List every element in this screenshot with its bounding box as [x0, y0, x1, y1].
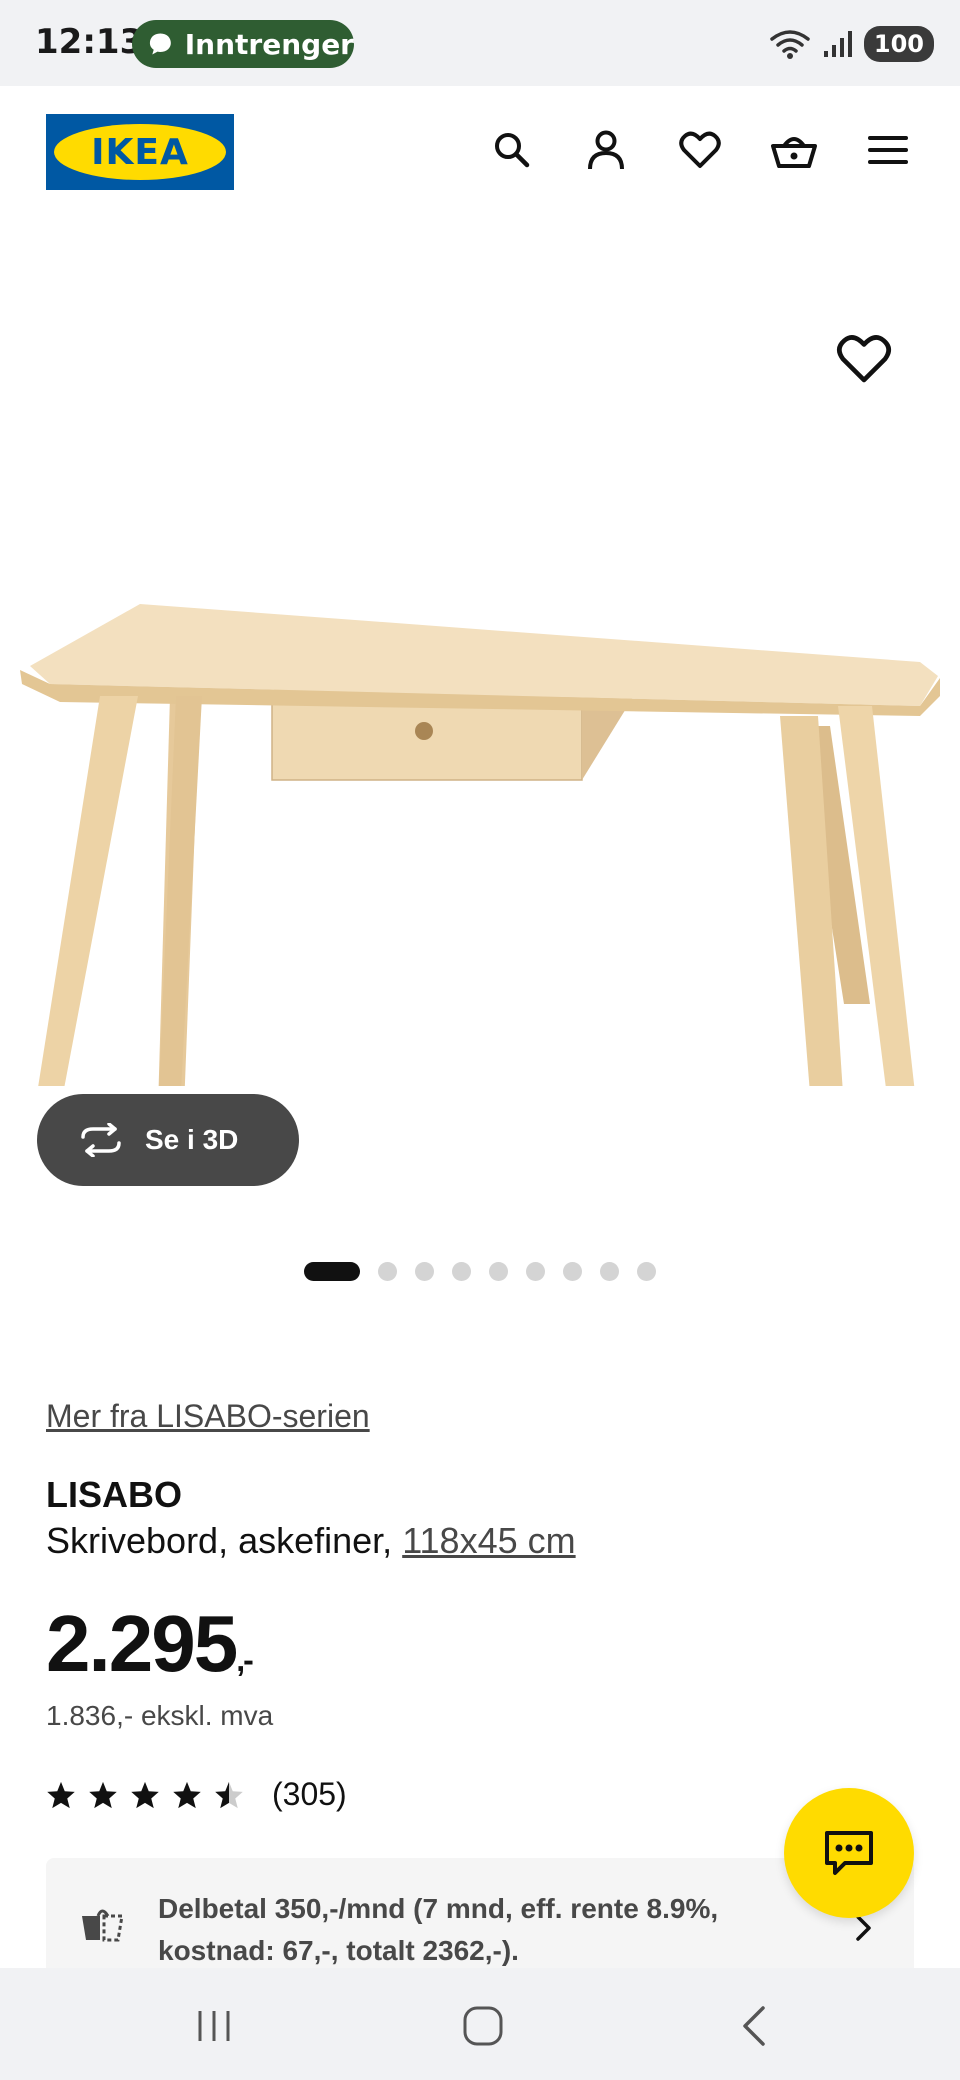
- gallery-dot[interactable]: [378, 1262, 397, 1281]
- price-ex-vat: 1.836,- ekskl. mva: [46, 1700, 274, 1731]
- basket-icon[interactable]: [768, 124, 820, 176]
- header-actions: [486, 124, 914, 176]
- gallery-dot[interactable]: [452, 1262, 471, 1281]
- product-rating[interactable]: (305): [46, 1776, 347, 1813]
- site-header: IKEA: [0, 86, 960, 216]
- gallery-dot[interactable]: [637, 1262, 656, 1281]
- gallery-dot[interactable]: [563, 1262, 582, 1281]
- recent-apps-icon: [198, 2011, 230, 2041]
- signal-icon: [823, 31, 852, 57]
- logo-text: IKEA: [91, 131, 189, 173]
- status-icons: 100: [768, 26, 934, 62]
- price-main: 2.295: [46, 1599, 238, 1688]
- product-image-desk: [20, 604, 940, 1086]
- rating-stars: [46, 1780, 244, 1810]
- back-button[interactable]: [724, 1996, 784, 2056]
- back-icon: [743, 2006, 765, 2046]
- financing-card[interactable]: Delbetal 350,-/mnd (7 mnd, eff. rente 8.…: [46, 1858, 914, 1968]
- product-size-link[interactable]: 118x45 cm: [402, 1520, 575, 1561]
- star-icon: [47, 1781, 75, 1808]
- view-in-3d-button[interactable]: Se i 3D: [37, 1094, 299, 1186]
- product-name: LISABO: [46, 1474, 183, 1515]
- product-description-text: Skrivebord, askefiner,: [46, 1520, 393, 1561]
- gallery-dot[interactable]: [304, 1262, 360, 1281]
- product-description: Skrivebord, askefiner, 118x45 cm: [46, 1520, 576, 1562]
- intruder-pill[interactable]: Inntrenger: [132, 20, 354, 68]
- price-suffix: ,-: [236, 1642, 253, 1678]
- battery-indicator: 100: [863, 26, 934, 62]
- product-gallery[interactable]: Se i 3D: [0, 216, 960, 1306]
- chat-bubble-icon: [149, 33, 171, 55]
- gallery-dot[interactable]: [415, 1262, 434, 1281]
- heart-icon[interactable]: [674, 124, 726, 176]
- home-icon: [463, 2006, 503, 2046]
- series-link[interactable]: Mer fra LISABO-serien: [46, 1398, 370, 1435]
- gallery-dot[interactable]: [526, 1262, 545, 1281]
- search-icon[interactable]: [486, 124, 538, 176]
- chat-icon: [825, 1831, 873, 1875]
- recent-apps-button[interactable]: [184, 1996, 244, 2056]
- star-icon: [173, 1781, 201, 1808]
- intruder-label: Inntrenger: [184, 27, 354, 61]
- menu-icon[interactable]: [862, 124, 914, 176]
- chevron-right-icon: [856, 1915, 871, 1941]
- rating-count: (305): [272, 1776, 347, 1812]
- chat-button[interactable]: [784, 1788, 914, 1918]
- product-price: 2.295,-: [46, 1598, 254, 1690]
- payment-split-icon: [82, 1909, 124, 1942]
- gallery-dot[interactable]: [600, 1262, 619, 1281]
- star-icon: [89, 1781, 117, 1808]
- gallery-dot[interactable]: [489, 1262, 508, 1281]
- system-nav-bar: [0, 1968, 960, 2080]
- logo-oval: IKEA: [54, 124, 226, 180]
- wifi-icon: [770, 30, 810, 59]
- financing-text: Delbetal 350,-/mnd (7 mnd, eff. rente 8.…: [158, 1893, 719, 1966]
- gallery-pagination: [0, 1262, 960, 1281]
- ikea-logo[interactable]: IKEA: [46, 114, 234, 190]
- home-button[interactable]: [453, 1996, 513, 2056]
- rotate-3d-icon: [81, 1123, 121, 1157]
- half-star-icon: [215, 1781, 243, 1808]
- status-bar: 12:13 Inntrenger 100: [0, 0, 960, 86]
- star-icon: [131, 1781, 159, 1808]
- status-time: 12:13: [35, 22, 144, 62]
- view-in-3d-label: Se i 3D: [145, 1124, 239, 1155]
- account-icon[interactable]: [580, 124, 632, 176]
